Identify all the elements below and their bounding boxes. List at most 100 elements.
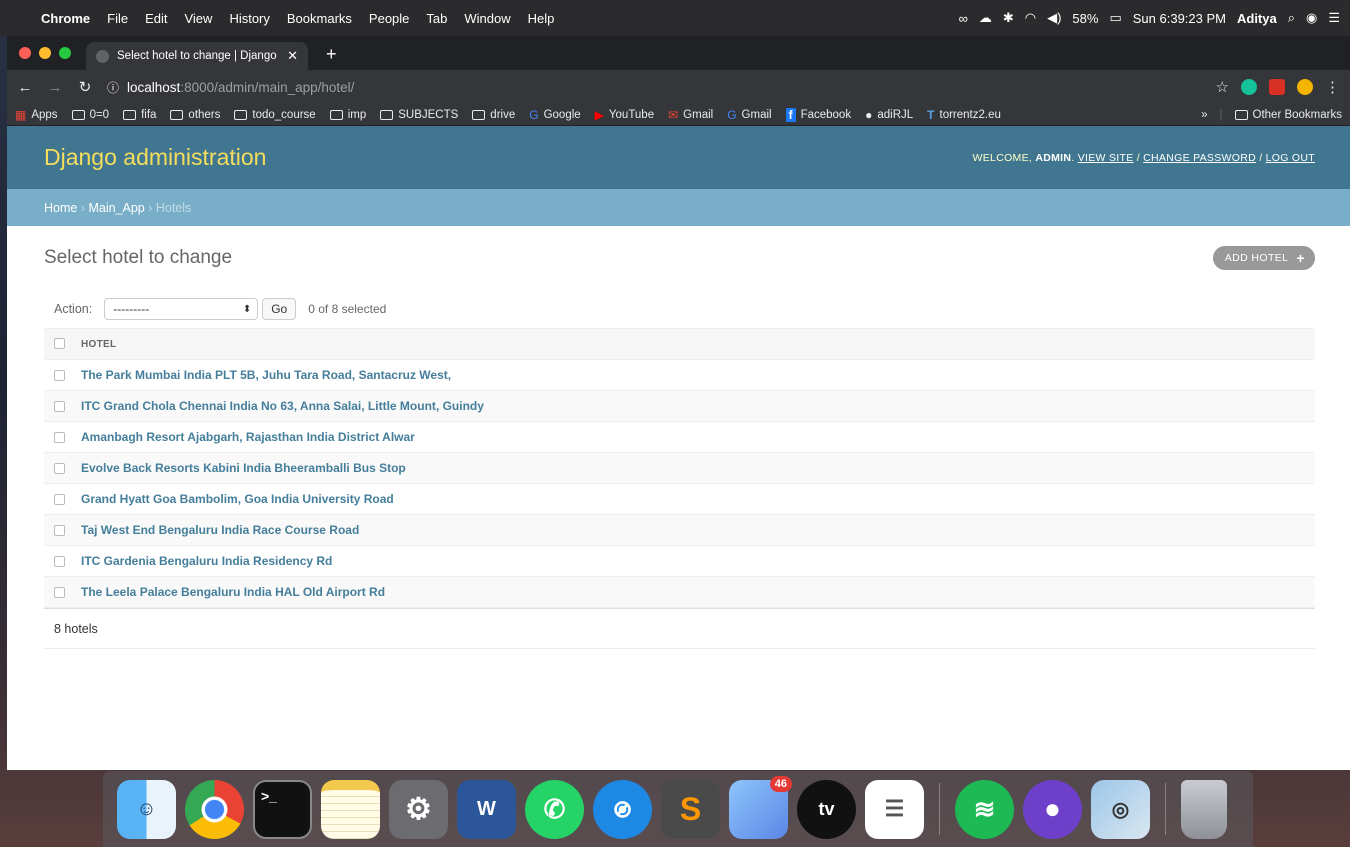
- go-button[interactable]: Go: [262, 298, 297, 320]
- bookmark-link[interactable]: G Google: [529, 108, 580, 122]
- preview-icon[interactable]: 46: [729, 775, 792, 839]
- menubar-clock[interactable]: Sun 6:39:23 PM: [1133, 11, 1226, 26]
- reminders-icon[interactable]: ☰: [865, 779, 924, 839]
- bookmark-folder[interactable]: imp: [329, 109, 366, 121]
- reload-button[interactable]: ↻: [77, 78, 93, 96]
- grammarly-extension-icon[interactable]: [1241, 79, 1257, 95]
- menu-bookmarks[interactable]: Bookmarks: [287, 11, 352, 26]
- log-out-link[interactable]: Log out: [1266, 152, 1315, 164]
- bookmark-link[interactable]: f Facebook: [785, 107, 851, 122]
- row-checkbox[interactable]: [54, 432, 65, 444]
- close-window-button[interactable]: [19, 47, 31, 59]
- github-desktop-icon[interactable]: ●: [1023, 779, 1082, 839]
- bookmarks-overflow-button[interactable]: »: [1201, 109, 1207, 121]
- other-bookmarks[interactable]: Other Bookmarks: [1234, 109, 1342, 121]
- change-password-link[interactable]: Change password: [1143, 152, 1256, 164]
- whatsapp-icon[interactable]: ✆: [525, 779, 584, 839]
- menu-window[interactable]: Window: [464, 11, 510, 26]
- select-all-checkbox[interactable]: [54, 338, 65, 350]
- back-button[interactable]: ←: [17, 79, 33, 96]
- row-checkbox[interactable]: [54, 494, 65, 506]
- battery-icon[interactable]: ▭: [1109, 10, 1121, 26]
- bookmark-folder[interactable]: others: [170, 109, 220, 121]
- row-checkbox[interactable]: [54, 463, 65, 475]
- glasses-icon[interactable]: ∞: [959, 11, 968, 26]
- terminal-icon[interactable]: >_: [253, 779, 312, 839]
- column-header-hotel[interactable]: HOTEL: [81, 328, 1315, 360]
- system-preferences-icon[interactable]: ⚙: [389, 779, 448, 839]
- extension-icon[interactable]: [1269, 79, 1285, 95]
- menu-history[interactable]: History: [229, 11, 269, 26]
- menu-edit[interactable]: Edit: [145, 11, 167, 26]
- safari-icon[interactable]: ⊘: [593, 779, 652, 839]
- chrome-menu-icon[interactable]: ⋮: [1325, 78, 1340, 96]
- menu-help[interactable]: Help: [528, 11, 555, 26]
- address-bar[interactable]: ⓘ localhost:8000/admin/main_app/hotel/: [107, 74, 1202, 100]
- folder-icon: [234, 109, 248, 120]
- action-select[interactable]: --------- ⬍: [104, 298, 259, 320]
- sublime-text-icon[interactable]: S: [661, 779, 720, 839]
- site-branding[interactable]: Django administration: [44, 144, 266, 171]
- site-info-icon[interactable]: ⓘ: [107, 79, 119, 96]
- breadcrumb-app[interactable]: Main_App: [88, 201, 144, 215]
- bookmark-link[interactable]: ● adiRJL: [865, 108, 913, 122]
- notification-center-icon[interactable]: ☰: [1328, 10, 1340, 26]
- siri-icon[interactable]: ◉: [1306, 10, 1317, 26]
- notes-icon[interactable]: [321, 779, 380, 839]
- word-icon[interactable]: W: [457, 779, 516, 839]
- menu-view[interactable]: View: [184, 11, 212, 26]
- bookmark-link[interactable]: ▶ YouTube: [595, 108, 654, 122]
- row-checkbox[interactable]: [54, 587, 65, 599]
- row-checkbox[interactable]: [54, 370, 65, 382]
- volume-icon[interactable]: ◀): [1047, 10, 1061, 26]
- tab-close-icon[interactable]: ✕: [287, 48, 298, 64]
- hotel-link[interactable]: Taj West End Bengaluru India Race Course…: [81, 523, 359, 537]
- tab-active[interactable]: Select hotel to change | Django site adm…: [86, 42, 308, 70]
- bluetooth-icon[interactable]: ✱: [1003, 10, 1014, 26]
- hotel-link[interactable]: The Leela Palace Bengaluru India HAL Old…: [81, 585, 385, 599]
- bookmark-folder[interactable]: SUBJECTS: [380, 109, 458, 121]
- menubar-app-name[interactable]: Chrome: [41, 11, 90, 26]
- bookmark-folder[interactable]: todo_course: [234, 109, 316, 121]
- menu-people[interactable]: People: [369, 11, 409, 26]
- bookmark-label: torrentz2.eu: [939, 108, 1001, 121]
- bookmark-apps[interactable]: ▦ Apps: [15, 108, 58, 122]
- bookmark-link[interactable]: G Gmail: [727, 108, 771, 122]
- zoom-window-button[interactable]: [59, 47, 71, 59]
- spotlight-search-icon[interactable]: ⌕: [1288, 10, 1295, 26]
- menubar-user[interactable]: Aditya: [1237, 11, 1277, 26]
- hotel-link[interactable]: Amanbagh Resort Ajabgarh, Rajasthan Indi…: [81, 430, 415, 444]
- new-tab-button[interactable]: +: [326, 44, 337, 65]
- menu-file[interactable]: File: [107, 11, 128, 26]
- hotel-link[interactable]: Evolve Back Resorts Kabini India Bheeram…: [81, 461, 406, 475]
- bookmark-link[interactable]: ✉ Gmail: [668, 108, 713, 122]
- hotel-link[interactable]: The Park Mumbai India PLT 5B, Juhu Tara …: [81, 368, 451, 382]
- menu-tab[interactable]: Tab: [426, 11, 447, 26]
- profile-avatar-icon[interactable]: [1297, 79, 1313, 95]
- breadcrumb-home[interactable]: Home: [44, 201, 77, 215]
- battery-percentage[interactable]: 58%: [1072, 11, 1098, 26]
- bookmark-link[interactable]: Ttorrentz2.eu: [927, 108, 1001, 122]
- trash-icon[interactable]: [1181, 779, 1227, 839]
- row-checkbox[interactable]: [54, 525, 65, 537]
- bookmark-star-icon[interactable]: ☆: [1216, 78, 1229, 96]
- row-checkbox[interactable]: [54, 556, 65, 568]
- minimize-window-button[interactable]: [39, 47, 51, 59]
- hotel-link[interactable]: ITC Grand Chola Chennai India No 63, Ann…: [81, 399, 484, 413]
- spotify-icon[interactable]: ≋: [955, 779, 1014, 839]
- forward-button[interactable]: →: [47, 79, 63, 96]
- wifi-icon[interactable]: ◠: [1025, 10, 1036, 26]
- row-checkbox[interactable]: [54, 401, 65, 413]
- bookmark-folder[interactable]: 0=0: [71, 109, 109, 121]
- add-hotel-button[interactable]: ADD HOTEL +: [1212, 246, 1315, 270]
- cloud-icon[interactable]: ☁: [979, 10, 992, 26]
- hotel-link[interactable]: ITC Gardenia Bengaluru India Residency R…: [81, 554, 332, 568]
- finder-icon[interactable]: ☺: [117, 779, 176, 839]
- bookmark-folder[interactable]: fifa: [123, 109, 156, 121]
- apple-tv-icon[interactable]: tv: [797, 779, 856, 839]
- image-capture-icon[interactable]: ◎: [1091, 779, 1150, 839]
- hotel-link[interactable]: Grand Hyatt Goa Bambolim, Goa India Univ…: [81, 492, 394, 506]
- view-site-link[interactable]: View site: [1078, 152, 1134, 164]
- chrome-icon[interactable]: [185, 779, 244, 839]
- bookmark-folder[interactable]: drive: [472, 109, 515, 121]
